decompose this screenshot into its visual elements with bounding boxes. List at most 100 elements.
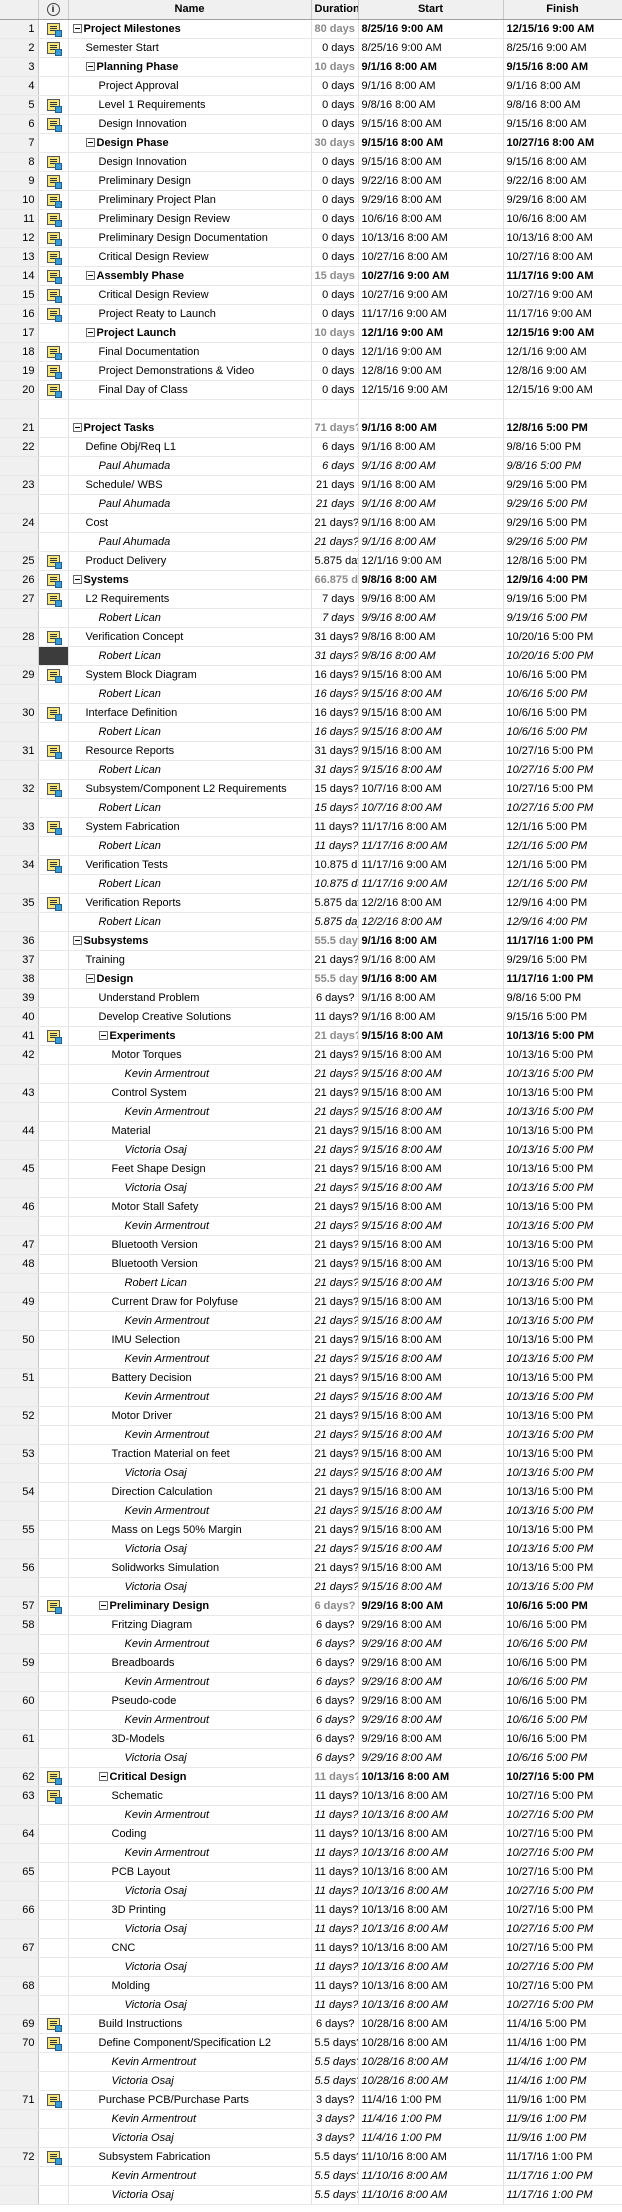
finish-date-cell[interactable]: 10/13/16 5:00 PM	[503, 1140, 622, 1160]
start-date-cell[interactable]: 9/15/16 8:00 AM	[358, 1444, 504, 1464]
finish-date-cell[interactable]: 10/13/16 5:00 PM	[503, 1349, 622, 1369]
start-date-cell[interactable]: 9/15/16 8:00 AM	[358, 1159, 504, 1179]
duration-cell[interactable]: 21 days?	[311, 1102, 359, 1122]
finish-date-cell[interactable]: 12/9/16 4:00 PM	[503, 570, 622, 590]
task-name-cell[interactable]: Critical Design Review	[68, 285, 312, 305]
task-name-cell[interactable]: Assembly Phase	[68, 266, 312, 286]
collapse-toggle-icon[interactable]	[72, 935, 82, 945]
row-id-cell[interactable]	[0, 2109, 39, 2129]
task-name-cell[interactable]: Verification Concept	[68, 627, 312, 647]
assignment-row[interactable]: Kevin Armentrout 21 days? 9/15/16 8:00 AM 1…	[0, 1425, 622, 1445]
duration-cell[interactable]: 15 days?	[311, 779, 359, 799]
summary-task-row[interactable]: 1 Project Milestones 80 days 8/25/16 9:00 A…	[0, 19, 622, 39]
duration-cell[interactable]: 0 days	[311, 228, 359, 248]
task-row[interactable]: 56 Solidworks Simulation 21 days? 9/15/16 8…	[0, 1558, 622, 1578]
duration-cell[interactable]: 0 days	[311, 304, 359, 324]
start-date-cell[interactable]: 12/8/16 9:00 AM	[358, 361, 504, 381]
finish-date-cell[interactable]: 10/13/16 5:00 PM	[503, 1045, 622, 1065]
duration-cell[interactable]: 21 days?	[311, 1026, 359, 1046]
duration-cell[interactable]: 21 days?	[311, 1235, 359, 1255]
row-id-cell[interactable]: 65	[0, 1862, 39, 1882]
finish-date-cell[interactable]: 9/29/16 5:00 PM	[503, 494, 622, 514]
start-date-cell[interactable]: 10/13/16 8:00 AM	[358, 1881, 504, 1901]
task-note-icon[interactable]	[46, 2093, 62, 2108]
duration-column-header[interactable]: Duration	[311, 0, 359, 20]
duration-cell[interactable]: 6 days?	[311, 2014, 359, 2034]
task-row[interactable]: 60 Pseudo-code 6 days? 9/29/16 8:00 AM 10/6/…	[0, 1691, 622, 1711]
start-date-cell[interactable]: 9/15/16 8:00 AM	[358, 1178, 504, 1198]
task-name-cell[interactable]: Preliminary Design	[68, 1596, 312, 1616]
task-name-cell[interactable]: Project Reaty to Launch	[68, 304, 312, 324]
duration-cell[interactable]: 0 days	[311, 152, 359, 172]
duration-cell[interactable]: 15 days?	[311, 798, 359, 818]
assignment-row[interactable]: Kevin Armentrout 21 days? 9/15/16 8:00 AM 1…	[0, 1311, 622, 1331]
task-note-icon[interactable]	[46, 22, 62, 37]
task-row[interactable]: 53 Traction Material on feet 21 days? 9/15/…	[0, 1444, 622, 1464]
start-date-cell[interactable]: 10/13/16 8:00 AM	[358, 1919, 504, 1939]
start-date-cell[interactable]: 10/28/16 8:00 AM	[358, 2071, 504, 2091]
finish-date-cell[interactable]: 10/27/16 5:00 PM	[503, 1843, 622, 1863]
task-name-cell[interactable]: Direction Calculation	[68, 1482, 312, 1502]
start-date-cell[interactable]: 10/13/16 8:00 AM	[358, 1805, 504, 1825]
finish-date-cell[interactable]: 9/29/16 5:00 PM	[503, 475, 622, 495]
task-row[interactable]: 4 Project Approval 0 days 9/1/16 8:00 AM 9/1…	[0, 76, 622, 96]
task-note-icon[interactable]	[46, 2017, 62, 2032]
task-row[interactable]: 55 Mass on Legs 50% Margin 21 days? 9/15/16…	[0, 1520, 622, 1540]
finish-date-cell[interactable]: 10/13/16 5:00 PM	[503, 1216, 622, 1236]
task-name-cell[interactable]: Training	[68, 950, 312, 970]
duration-cell[interactable]: 5.5 days?	[311, 2071, 359, 2091]
task-name-cell[interactable]	[68, 399, 312, 419]
start-date-cell[interactable]: 11/10/16 8:00 AM	[358, 2147, 504, 2167]
assignment-row[interactable]: Kevin Armentrout 21 days? 9/15/16 8:00 AM 1…	[0, 1387, 622, 1407]
start-date-cell[interactable]: 9/15/16 8:00 AM	[358, 1577, 504, 1597]
task-name-cell[interactable]: Final Day of Class	[68, 380, 312, 400]
task-name-cell[interactable]: Project Milestones	[68, 19, 312, 39]
duration-cell[interactable]: 0 days	[311, 76, 359, 96]
duration-cell[interactable]: 0 days	[311, 114, 359, 134]
task-name-cell[interactable]: System Fabrication	[68, 817, 312, 837]
task-row[interactable]: 32 Subsystem/Component L2 Requirements 15 …	[0, 779, 622, 799]
task-note-icon[interactable]	[46, 307, 62, 322]
task-row[interactable]: 12 Preliminary Design Documentation 0 days…	[0, 228, 622, 248]
row-id-cell[interactable]: 18	[0, 342, 39, 362]
task-name-cell[interactable]: Project Launch	[68, 323, 312, 343]
assignment-row[interactable]: Kevin Armentrout 21 days? 9/15/16 8:00 AM 1…	[0, 1064, 622, 1084]
task-row[interactable]: 68 Molding 11 days? 10/13/16 8:00 AM 10/27/1…	[0, 1976, 622, 1996]
start-date-cell[interactable]: 9/15/16 8:00 AM	[358, 1482, 504, 1502]
task-row[interactable]: 10 Preliminary Project Plan 0 days 9/29/16 …	[0, 190, 622, 210]
start-date-cell[interactable]: 9/15/16 8:00 AM	[358, 1140, 504, 1160]
start-date-cell[interactable]: 11/4/16 1:00 PM	[358, 2109, 504, 2129]
task-note-icon[interactable]	[46, 668, 62, 683]
duration-cell[interactable]: 6 days	[311, 456, 359, 476]
start-date-cell[interactable]: 11/4/16 1:00 PM	[358, 2090, 504, 2110]
row-id-cell[interactable]	[0, 1311, 39, 1331]
start-date-cell[interactable]: 10/13/16 8:00 AM	[358, 1862, 504, 1882]
task-row[interactable]: 39 Understand Problem 6 days? 9/1/16 8:00 A…	[0, 988, 622, 1008]
task-note-icon[interactable]	[46, 2150, 62, 2165]
assignment-row[interactable]: Victoria Osaj 21 days? 9/15/16 8:00 AM 10/1…	[0, 1178, 622, 1198]
finish-date-cell[interactable]: 10/13/16 5:00 PM	[503, 1330, 622, 1350]
task-name-cell[interactable]: Robert Lican	[68, 798, 312, 818]
row-id-cell[interactable]: 45	[0, 1159, 39, 1179]
task-name-cell[interactable]: Robert Lican	[68, 608, 312, 628]
finish-date-cell[interactable]: 12/15/16 9:00 AM	[503, 323, 622, 343]
task-note-icon[interactable]	[46, 193, 62, 208]
duration-cell[interactable]: 6 days?	[311, 1748, 359, 1768]
task-row[interactable]: 33 System Fabrication 11 days? 11/17/16 8:0…	[0, 817, 622, 837]
duration-cell[interactable]: 21 days?	[311, 1216, 359, 1236]
task-name-cell[interactable]: Kevin Armentrout	[68, 1843, 312, 1863]
finish-date-cell[interactable]: 12/8/16 5:00 PM	[503, 418, 622, 438]
task-note-icon[interactable]	[46, 1770, 62, 1785]
finish-date-cell[interactable]: 10/13/16 5:00 PM	[503, 1368, 622, 1388]
row-id-cell[interactable]	[0, 836, 39, 856]
row-id-cell[interactable]	[0, 2128, 39, 2148]
duration-cell[interactable]: 6 days	[311, 437, 359, 457]
task-name-cell[interactable]: Subsystem Fabrication	[68, 2147, 312, 2167]
row-id-cell[interactable]: 30	[0, 703, 39, 723]
finish-date-cell[interactable]: 11/4/16 1:00 PM	[503, 2071, 622, 2091]
duration-cell[interactable]: 0 days	[311, 209, 359, 229]
start-date-cell[interactable]: 9/15/16 8:00 AM	[358, 722, 504, 742]
row-id-cell[interactable]: 31	[0, 741, 39, 761]
task-name-cell[interactable]: Kevin Armentrout	[68, 2109, 312, 2129]
finish-date-cell[interactable]: 12/1/16 9:00 AM	[503, 342, 622, 362]
